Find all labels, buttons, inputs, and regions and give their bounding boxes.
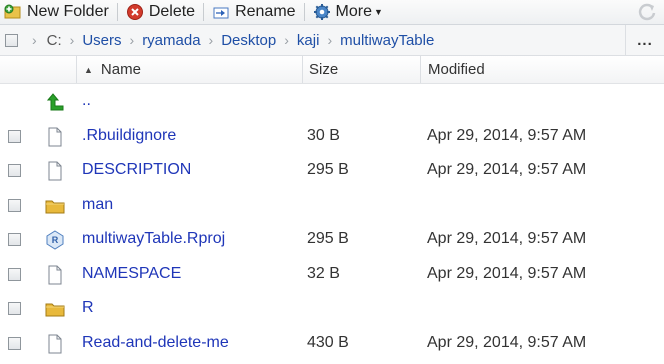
row-checkbox[interactable] — [8, 267, 21, 281]
folder-icon — [44, 195, 66, 217]
file-size: 30 B — [307, 126, 340, 144]
file-list: .. .Rbuildignore 30 B Apr 29, 2014, 9:57… — [0, 84, 664, 360]
file-size: 32 B — [307, 264, 340, 282]
toolbar-divider — [203, 3, 205, 21]
gear-icon — [313, 3, 331, 21]
rename-button[interactable]: Rename — [208, 0, 299, 24]
file-name[interactable]: NAMESPACE — [82, 265, 181, 283]
file-name[interactable]: man — [82, 196, 113, 214]
file-size: 430 B — [307, 333, 349, 351]
file-icon — [44, 333, 66, 355]
file-modified: Apr 29, 2014, 9:57 AM — [427, 264, 587, 282]
breadcrumb-separator: › — [284, 32, 289, 48]
delete-icon — [126, 3, 144, 21]
column-header-row: ▲ Name Size Modified — [0, 56, 664, 84]
file-icon — [44, 264, 66, 286]
column-header-size[interactable]: Size — [302, 56, 420, 83]
folder-icon — [44, 298, 66, 320]
toolbar-divider — [116, 3, 118, 21]
breadcrumb-separator: › — [69, 32, 75, 48]
sort-ascending-icon: ▲ — [84, 64, 93, 75]
toolbar-divider — [303, 3, 305, 21]
rename-label: Rename — [235, 3, 296, 20]
breadcrumb-item-kaji[interactable]: kaji — [297, 32, 320, 49]
file-icon — [44, 126, 66, 148]
file-name[interactable]: .Rbuildignore — [82, 127, 176, 145]
svg-text:R: R — [52, 235, 59, 245]
breadcrumb-item-user[interactable]: ryamada — [142, 32, 200, 49]
up-arrow-icon — [44, 91, 66, 113]
file-row[interactable]: Read-and-delete-me 430 B Apr 29, 2014, 9… — [0, 326, 664, 361]
row-checkbox[interactable] — [8, 336, 21, 350]
file-modified: Apr 29, 2014, 9:57 AM — [427, 161, 587, 178]
select-all-checkbox[interactable] — [5, 33, 18, 47]
row-checkbox[interactable] — [8, 129, 21, 143]
file-modified: Apr 29, 2014, 9:57 AM — [427, 126, 587, 144]
file-modified: Apr 29, 2014, 9:57 AM — [427, 230, 587, 247]
new-folder-icon — [4, 3, 22, 21]
row-checkbox[interactable] — [8, 302, 21, 315]
file-row[interactable]: NAMESPACE 32 B Apr 29, 2014, 9:57 AM — [0, 257, 664, 292]
refresh-button[interactable] — [636, 1, 658, 23]
column-divider — [76, 56, 77, 83]
file-name[interactable]: multiwayTable.Rproj — [82, 230, 225, 248]
breadcrumb-item-users[interactable]: Users — [82, 32, 121, 49]
column-header-name[interactable]: ▲ Name — [78, 56, 300, 83]
rproj-icon: R — [44, 229, 66, 251]
file-row[interactable]: .Rbuildignore 30 B Apr 29, 2014, 9:57 AM — [0, 119, 664, 154]
breadcrumb-separator: › — [129, 32, 135, 48]
delete-label: Delete — [148, 3, 196, 20]
file-name[interactable]: DESCRIPTION — [82, 161, 191, 179]
files-toolbar: New Folder Delete Rename More ▼ — [0, 0, 664, 25]
file-name[interactable]: Read-and-delete-me — [82, 334, 229, 352]
file-modified: Apr 29, 2014, 9:57 AM — [427, 333, 587, 351]
refresh-icon — [638, 3, 656, 21]
file-row[interactable]: man — [0, 188, 664, 223]
file-row[interactable]: DESCRIPTION 295 B Apr 29, 2014, 9:57 AM — [0, 153, 664, 188]
file-size: 295 B — [307, 161, 349, 178]
file-row[interactable]: R multiwayTable.Rproj 295 B Apr 29, 2014… — [0, 222, 664, 257]
column-header-name-label: Name — [100, 61, 141, 78]
chevron-down-icon: ▼ — [374, 7, 383, 17]
breadcrumb-separator: › — [208, 32, 214, 48]
file-size: 295 B — [307, 230, 349, 247]
breadcrumb-item-desktop[interactable]: Desktop — [221, 32, 276, 49]
new-folder-label: New Folder — [27, 3, 109, 20]
breadcrumb: › C: › Users › ryamada › Desktop › kaji … — [0, 25, 664, 56]
column-header-modified-label: Modified — [428, 61, 485, 78]
row-checkbox[interactable] — [8, 164, 21, 177]
more-button[interactable]: More ▼ — [309, 0, 387, 24]
breadcrumb-item-drive[interactable]: C: — [47, 32, 62, 49]
new-folder-button[interactable]: New Folder — [0, 0, 113, 24]
more-label: More — [335, 3, 372, 20]
file-name[interactable]: R — [82, 299, 94, 317]
column-header-modified[interactable]: Modified — [420, 56, 664, 83]
file-row[interactable]: R — [0, 291, 664, 326]
row-checkbox[interactable] — [8, 198, 21, 212]
breadcrumb-separator: › — [32, 32, 37, 48]
column-header-size-label: Size — [309, 61, 339, 78]
breadcrumb-separator: › — [327, 32, 333, 48]
file-row-parent[interactable]: .. — [0, 84, 664, 119]
delete-button[interactable]: Delete — [122, 0, 199, 24]
row-checkbox[interactable] — [8, 233, 21, 246]
breadcrumb-item-current[interactable]: multiwayTable — [340, 32, 434, 49]
more-options-button[interactable]: ... — [625, 25, 664, 55]
file-name[interactable]: .. — [82, 92, 91, 110]
file-icon — [44, 160, 66, 182]
rename-icon — [212, 3, 230, 21]
